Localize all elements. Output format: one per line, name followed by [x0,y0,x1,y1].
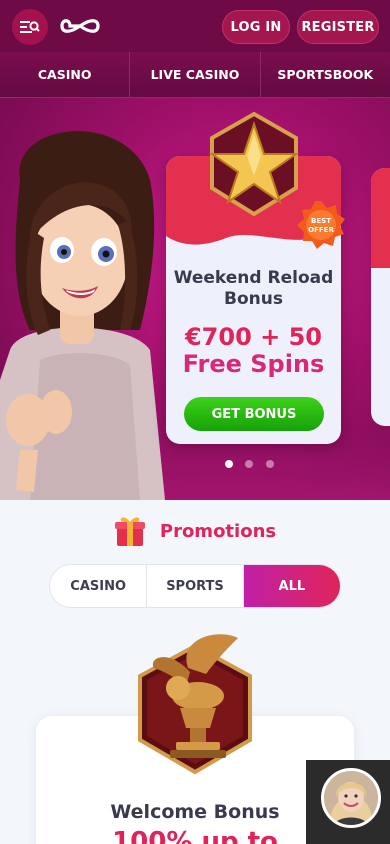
star-icon [208,111,300,217]
nav-item-sportsbook[interactable]: SPORTSBOOK [261,52,390,97]
carousel-dot-2[interactable] [245,460,253,468]
filter-tab-casino[interactable]: CASINO [50,565,148,607]
promotion-filter-tabs: CASINO SPORTS ALL [49,564,341,608]
nav-item-live-casino[interactable]: LIVE CASINO [130,52,261,97]
filter-tab-all[interactable]: ALL [243,565,340,607]
promotions-heading: Promotions [0,512,390,550]
winged-lion-icon [138,634,252,775]
promotions-heading-text: Promotions [159,520,277,542]
card-free-spins: Free Spins [182,350,325,378]
card-bonus-amount: €700 + 50 [184,323,322,351]
support-agent-avatar [321,768,381,828]
card-title-line1: Weekend Reload [173,268,334,288]
next-card-header [371,168,390,268]
infinity-logo-icon[interactable] [60,14,100,38]
carousel-dots [0,458,390,470]
live-support-widget[interactable] [306,760,390,844]
filter-tab-sports[interactable]: SPORTS [147,565,244,607]
svg-text:OFFER: OFFER [308,226,334,234]
hostess-character-illustration [0,131,165,500]
svg-text:BEST: BEST [311,217,331,225]
card-title-line2: Bonus [224,289,283,309]
nav-item-casino[interactable]: CASINO [0,52,131,97]
carousel-dot-1[interactable] [225,460,233,468]
register-button[interactable]: REGISTER [297,10,379,44]
carousel-dot-3[interactable] [266,460,274,468]
menu-search-icon [20,21,40,33]
main-nav: CASINO LIVE CASINO SPORTSBOOK [0,52,390,98]
gift-icon [114,517,145,546]
next-promo-card-peek[interactable] [371,168,390,426]
get-bonus-button[interactable]: GET BONUS [184,397,324,431]
login-button[interactable]: LOG IN [222,10,290,44]
best-offer-badge: BEST OFFER [296,200,346,250]
top-header: LOG IN REGISTER [0,0,390,52]
menu-search-button[interactable] [12,9,48,45]
